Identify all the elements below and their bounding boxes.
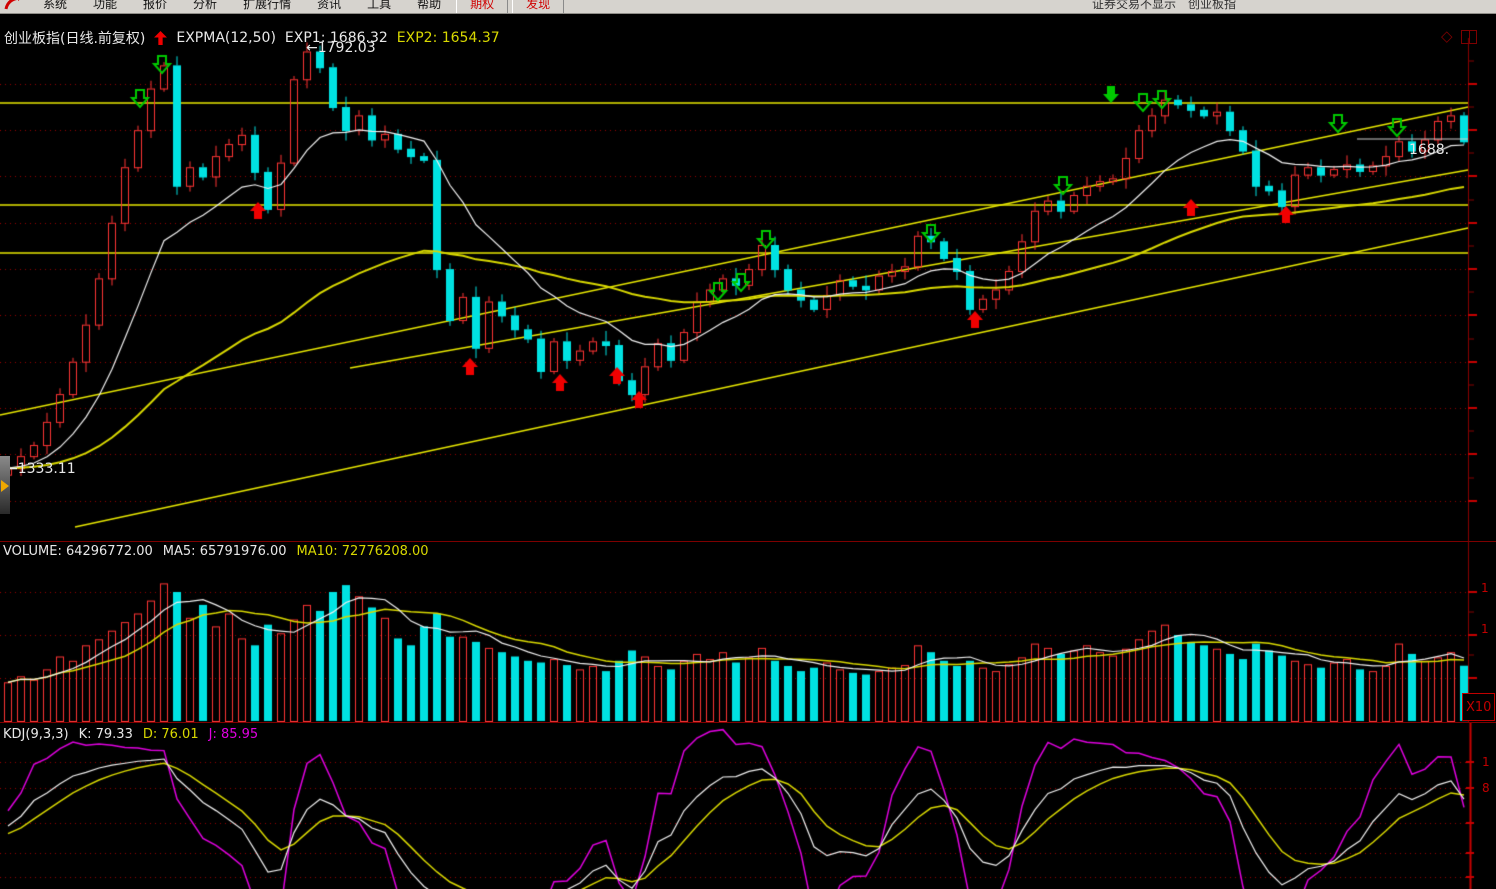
menu-item-2[interactable]: 报价 [130, 0, 180, 14]
menu-hot-item-0[interactable]: 期权 [456, 0, 508, 14]
kdj-name: KDJ(9,3,3) [3, 727, 69, 742]
volume-panel-chart[interactable] [0, 542, 1496, 722]
diamond-icon[interactable]: ◇ [1441, 29, 1453, 44]
menu-item-3[interactable]: 分析 [180, 0, 230, 14]
play-icon [1, 480, 9, 492]
trading-app-window: 系统功能报价分析扩展行情资讯工具帮助期权发现 证券交易不显示 创业板指 创业板指… [0, 0, 1496, 889]
kdj-panel-chart[interactable] [0, 723, 1496, 889]
sidebar-expand-handle[interactable] [0, 456, 10, 514]
menu-item-7[interactable]: 帮助 [404, 0, 454, 14]
panel-separator-2[interactable] [0, 722, 1496, 723]
up-arrow-icon [154, 31, 167, 45]
volume-header: VOLUME: 64296772.00 MA5: 65791976.00 MA1… [3, 544, 429, 559]
menu-item-6[interactable]: 工具 [354, 0, 404, 14]
low-price-label: ←1333.11 [6, 461, 76, 477]
menu-item-5[interactable]: 资讯 [304, 0, 354, 14]
menu-item-1[interactable]: 功能 [80, 0, 130, 14]
kdj-k-value: K: 79.33 [79, 727, 133, 742]
volume-axis-label-1: 1 [1481, 581, 1495, 595]
panel-separator[interactable] [0, 541, 1496, 542]
kdj-axis-label-1: 1 [1482, 755, 1496, 769]
split-window-icon[interactable] [1461, 30, 1477, 44]
volume-ma5-value: MA5: 65791976.00 [163, 544, 287, 559]
kdj-j-value: J: 85.95 [209, 727, 259, 742]
menu-hot-item-1[interactable]: 发现 [512, 0, 564, 14]
kdj-header: KDJ(9,3,3) K: 79.33 D: 76.01 J: 85.95 [3, 727, 258, 742]
app-logo-icon [4, 0, 24, 11]
volume-axis-label-2: 1 [1481, 622, 1495, 636]
chart-title-bar: 创业板指(日线.前复权) EXPMA(12,50) EXP1: 1686.32 … [4, 28, 500, 48]
menu-item-4[interactable]: 扩展行情 [230, 0, 304, 14]
volume-value: VOLUME: 64296772.00 [3, 544, 153, 559]
high-price-label: ←1792.03 [306, 40, 376, 56]
kdj-d-value: D: 76.01 [143, 727, 199, 742]
last-price-label: 1688. [1409, 142, 1449, 158]
main-price-chart[interactable] [0, 14, 1496, 541]
volume-ma10-value: MA10: 72776208.00 [297, 544, 429, 559]
menu-bar: 系统功能报价分析扩展行情资讯工具帮助期权发现 证券交易不显示 创业板指 [0, 0, 1496, 14]
exp2-value: EXP2: 1654.37 [397, 30, 500, 46]
symbol-title: 创业板指(日线.前复权) [4, 28, 145, 48]
trade-status-text: 证券交易不显示 创业板指 [1092, 0, 1236, 12]
indicator-name: EXPMA(12,50) [176, 30, 276, 46]
menu-item-0[interactable]: 系统 [30, 0, 80, 14]
volume-multiplier-badge: X10 [1462, 693, 1495, 721]
kdj-axis-label-2: 8 [1482, 781, 1496, 795]
